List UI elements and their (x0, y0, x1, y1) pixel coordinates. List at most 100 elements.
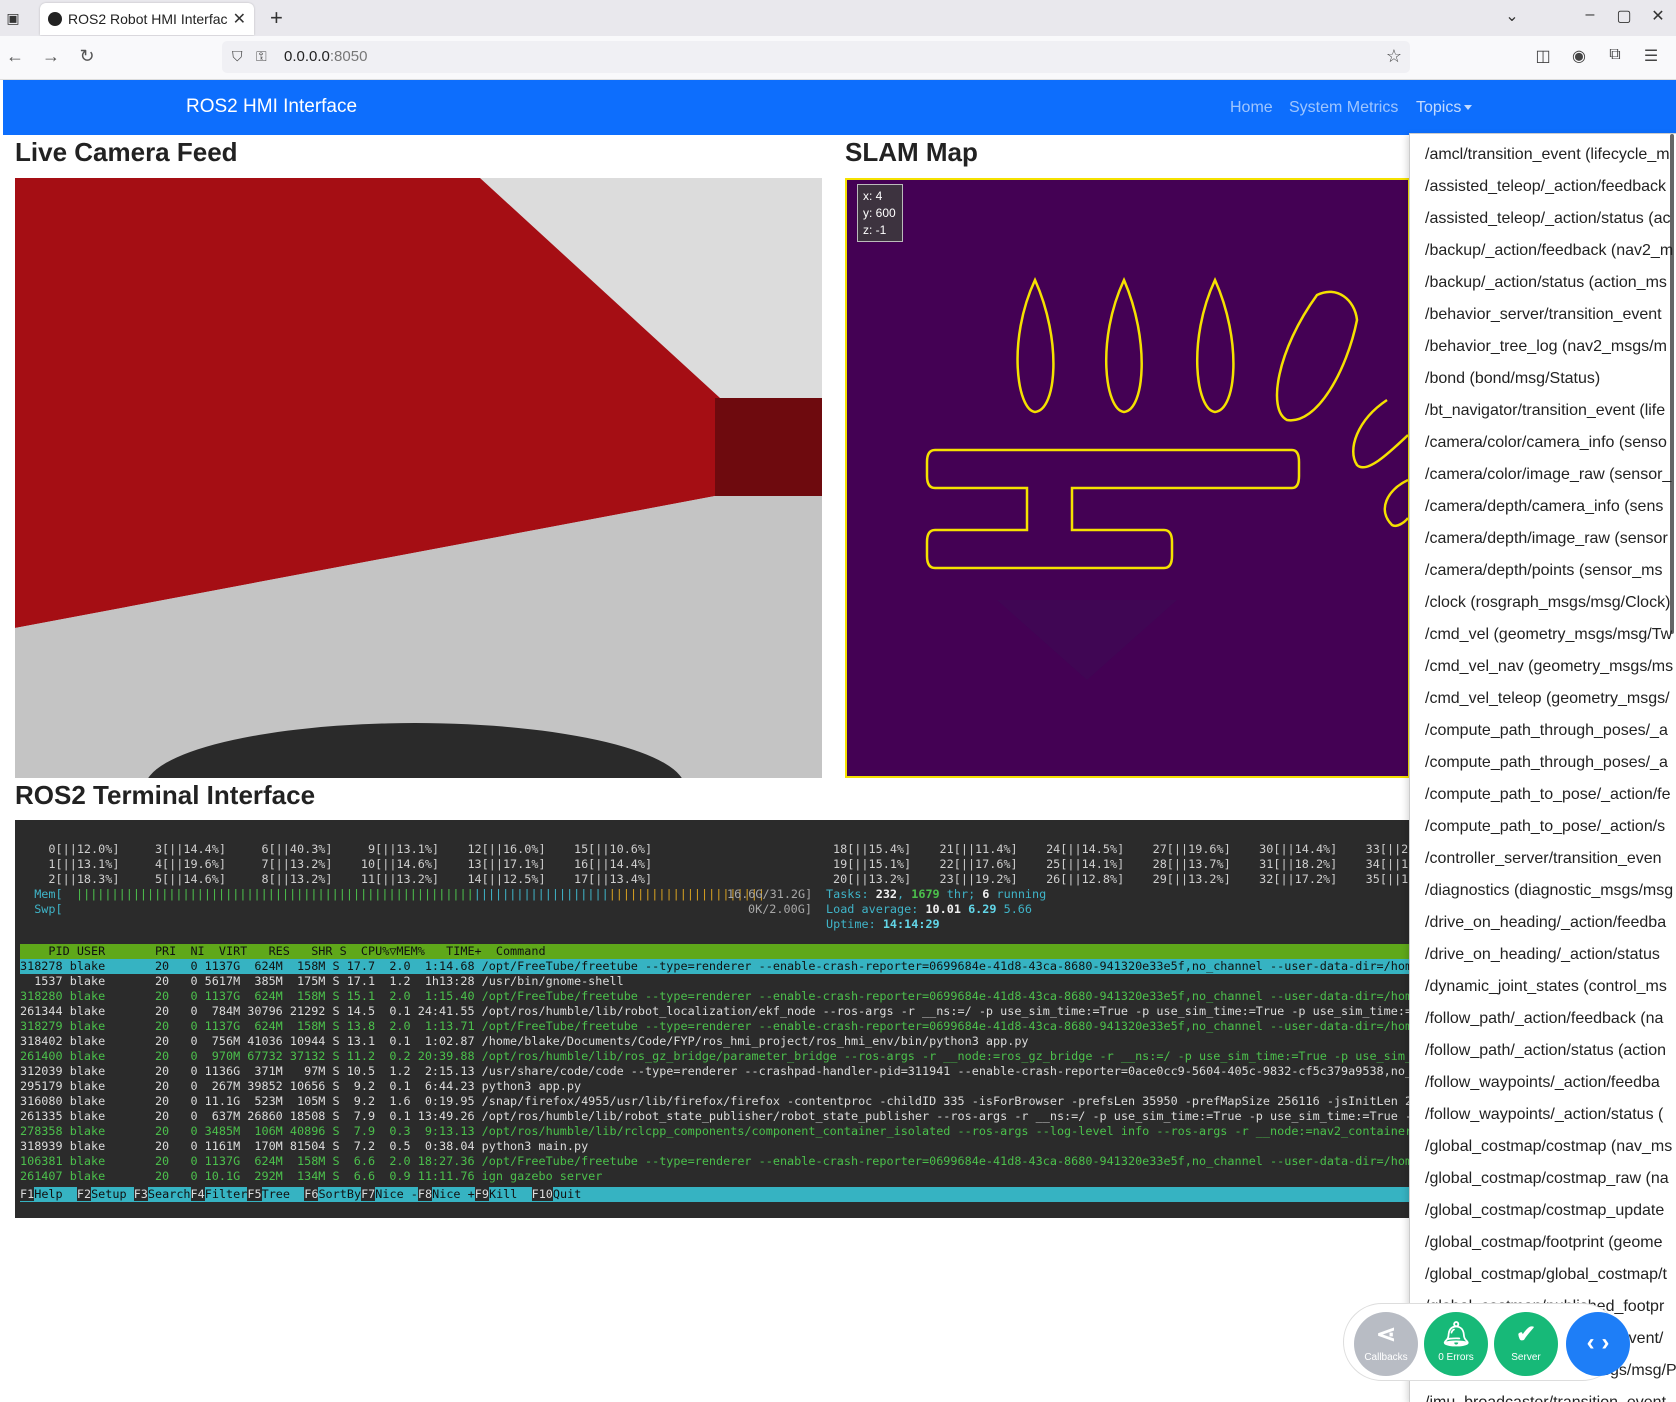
new-tab-button[interactable]: + (270, 5, 283, 31)
terminal[interactable]: 0[||12.0%] 3[||14.4%] 6[||40.3%] 9[||13.… (15, 820, 1410, 1218)
topic-menu-item[interactable]: /compute_path_to_pose/_action/s (1425, 818, 1665, 836)
table-row[interactable]: 1537 blake 20 0 5617M 385M 175M S 17.1 1… (20, 974, 1410, 989)
topic-menu-item[interactable]: /global_costmap/global_costmap/t (1425, 1266, 1667, 1284)
url-bar[interactable]: ⛉ ⚿ 0.0.0.0:8050 ☆ (222, 41, 1410, 73)
topic-menu-item[interactable]: /dynamic_joint_states (control_ms (1425, 978, 1667, 996)
fkey-f4[interactable]: F4 (190, 1187, 205, 1201)
tab-list-icon[interactable]: ▣ (4, 9, 22, 27)
topic-menu-item[interactable]: /compute_path_through_poses/_a (1425, 722, 1668, 740)
topic-menu-item[interactable]: /cmd_vel (geometry_msgs/msg/Tw (1425, 626, 1672, 644)
topic-menu-item[interactable]: /cmd_vel_teleop (geometry_msgs/ (1425, 690, 1670, 708)
table-row[interactable]: 318402 blake 20 0 756M 41036 10944 S 13.… (20, 1034, 1410, 1049)
maximize-button[interactable]: ▢ (1614, 6, 1634, 26)
function-key-bar[interactable]: F1Help F2Setup F3SearchF4FilterF5Tree F6… (20, 1187, 1410, 1202)
table-row[interactable]: 261344 blake 20 0 784M 30796 21292 S 14.… (20, 1004, 1410, 1019)
forward-icon[interactable]: → (40, 46, 62, 67)
table-row[interactable]: 106381 blake 20 0 1137G 624M 158M S 6.6 … (20, 1154, 1410, 1169)
table-row-selected[interactable]: 318278 blake 20 0 1137G 624M 158M S 17.7… (20, 959, 1410, 974)
topic-menu-item[interactable]: /diagnostics (diagnostic_msgs/msg (1425, 882, 1673, 900)
fkey-label[interactable]: Nice - (375, 1187, 418, 1201)
topic-menu-item[interactable]: /cmd_vel_nav (geometry_msgs/ms (1425, 658, 1673, 676)
callbacks-button[interactable]: ⋖ Callbacks (1354, 1312, 1418, 1376)
topic-menu-item[interactable]: /behavior_tree_log (nav2_msgs/m (1425, 338, 1667, 356)
close-window-button[interactable]: ✕ (1648, 6, 1668, 26)
fkey-label[interactable]: Quit (553, 1187, 581, 1201)
topic-menu-item[interactable]: /assisted_teleop/_action/status (ac (1425, 210, 1670, 228)
table-row[interactable]: 312039 blake 20 0 1136G 371M 97M S 10.5 … (20, 1064, 1410, 1079)
shield-icon[interactable]: ⛉ (232, 48, 243, 65)
bookmark-star-icon[interactable]: ☆ (1386, 46, 1402, 67)
topics-dropdown-menu[interactable]: /amcl/transition_event (lifecycle_m/assi… (1409, 133, 1676, 1402)
fkey-f9[interactable]: F9 (474, 1187, 489, 1201)
fkey-f6[interactable]: F6 (304, 1187, 319, 1201)
topic-menu-item[interactable]: /backup/_action/feedback (nav2_m (1425, 242, 1673, 260)
fkey-label[interactable]: SortBy (318, 1187, 361, 1201)
tab-overflow-icon[interactable]: ⌄ (1502, 6, 1522, 26)
table-row[interactable]: 278358 blake 20 0 3485M 106M 40896 S 7.9… (20, 1124, 1410, 1139)
fkey-label[interactable]: Nice + (432, 1187, 475, 1201)
code-toggle-button[interactable]: ‹ › (1566, 1312, 1630, 1376)
fkey-f1[interactable]: F1 (20, 1187, 35, 1201)
topic-menu-item[interactable]: /behavior_server/transition_event (1425, 306, 1662, 324)
fkey-label[interactable]: Filter (205, 1187, 248, 1201)
topic-menu-item[interactable]: /camera/depth/camera_info (sens (1425, 498, 1663, 516)
table-row[interactable]: 318279 blake 20 0 1137G 624M 158M S 13.8… (20, 1019, 1410, 1034)
topic-menu-item[interactable]: /drive_on_heading/_action/status (1425, 946, 1660, 964)
errors-button[interactable]: 🔔︎ 0 Errors (1424, 1312, 1488, 1376)
nav-link-system-metrics[interactable]: System Metrics (1289, 99, 1398, 117)
fkey-f3[interactable]: F3 (133, 1187, 148, 1201)
topic-menu-item[interactable]: /bt_navigator/transition_event (life (1425, 402, 1665, 420)
topic-menu-item[interactable]: /clock (rosgraph_msgs/msg/Clock) (1425, 594, 1670, 612)
topic-menu-item[interactable]: /camera/depth/image_raw (sensor (1425, 530, 1668, 548)
fkey-label[interactable]: Help (34, 1187, 77, 1201)
table-row[interactable]: 318939 blake 20 0 1161M 170M 81504 S 7.2… (20, 1139, 1410, 1154)
topic-menu-item[interactable]: /backup/_action/status (action_ms (1425, 274, 1667, 292)
topic-menu-item[interactable]: /follow_waypoints/_action/feedba (1425, 1074, 1660, 1092)
topic-menu-item[interactable]: /global_costmap/costmap (nav_ms (1425, 1138, 1672, 1156)
fkey-f8[interactable]: F8 (417, 1187, 433, 1201)
fkey-label[interactable]: Tree (262, 1187, 305, 1201)
menu-icon[interactable]: ☰ (1640, 46, 1662, 66)
dropdown-scrollbar[interactable] (1670, 134, 1674, 634)
topic-menu-item[interactable]: /camera/color/image_raw (sensor_ (1425, 466, 1671, 484)
topic-menu-item[interactable]: /global_costmap/costmap_raw (na (1425, 1170, 1669, 1188)
back-icon[interactable]: ← (4, 46, 26, 67)
table-row[interactable]: 261407 blake 20 0 10.1G 292M 134M S 6.6 … (20, 1169, 1410, 1184)
app-brand[interactable]: ROS2 HMI Interface (186, 96, 357, 118)
fkey-label[interactable]: Setup (91, 1187, 134, 1201)
table-row[interactable]: 261400 blake 20 0 970M 67732 37132 S 11.… (20, 1049, 1410, 1064)
topic-menu-item[interactable]: /global_costmap/footprint (geome (1425, 1234, 1662, 1252)
topic-menu-item[interactable]: /follow_path/_action/status (action (1425, 1042, 1666, 1060)
fkey-label[interactable]: Search (148, 1187, 191, 1201)
topic-menu-item[interactable]: /follow_waypoints/_action/status ( (1425, 1106, 1663, 1124)
table-row[interactable]: 295179 blake 20 0 267M 39852 10656 S 9.2… (20, 1079, 1410, 1094)
account-icon[interactable]: ◉ (1568, 46, 1590, 66)
topic-menu-item[interactable]: /assisted_teleop/_action/feedback (1425, 178, 1666, 196)
table-row[interactable]: 316080 blake 20 0 11.1G 523M 105M S 9.2 … (20, 1094, 1410, 1109)
fkey-f2[interactable]: F2 (76, 1187, 92, 1201)
fkey-f10[interactable]: F10 (531, 1187, 553, 1201)
fkey-label[interactable]: Kill (489, 1187, 532, 1201)
slam-map[interactable]: x: 4 y: 600 z: -1 (845, 178, 1410, 778)
topic-menu-item[interactable]: /global_costmap/costmap_update (1425, 1202, 1664, 1220)
process-table-header[interactable]: PID USER PRI NI VIRT RES SHR S CPU%▽MEM%… (20, 944, 1410, 959)
topic-menu-item[interactable]: /controller_server/transition_even (1425, 850, 1662, 868)
fkey-f7[interactable]: F7 (361, 1187, 376, 1201)
topic-menu-item[interactable]: /bond (bond/msg/Status) (1425, 370, 1600, 388)
reload-icon[interactable]: ↻ (76, 46, 98, 67)
extensions-icon[interactable]: ⧉ (1604, 46, 1626, 64)
topic-menu-item[interactable]: /compute_path_to_pose/_action/fe (1425, 786, 1671, 804)
topic-menu-item[interactable]: /imu_broadcaster/transition_event (1425, 1394, 1666, 1402)
browser-tab[interactable]: ROS2 Robot HMI Interface ✕ (40, 3, 254, 35)
topic-menu-item[interactable]: /drive_on_heading/_action/feedba (1425, 914, 1666, 932)
topic-menu-item[interactable]: /follow_path/_action/feedback (na (1425, 1010, 1663, 1028)
close-tab-icon[interactable]: ✕ (233, 9, 246, 29)
nav-link-home[interactable]: Home (1230, 99, 1273, 117)
topic-menu-item[interactable]: /camera/color/camera_info (senso (1425, 434, 1667, 452)
table-row[interactable]: 318280 blake 20 0 1137G 624M 158M S 15.1… (20, 989, 1410, 1004)
nav-link-topics[interactable]: Topics (1416, 99, 1473, 117)
fkey-f5[interactable]: F5 (247, 1187, 262, 1201)
topic-menu-item[interactable]: /amcl/transition_event (lifecycle_m (1425, 146, 1670, 164)
pocket-icon[interactable]: ◫ (1532, 46, 1554, 66)
topic-menu-item[interactable]: /compute_path_through_poses/_a (1425, 754, 1668, 772)
